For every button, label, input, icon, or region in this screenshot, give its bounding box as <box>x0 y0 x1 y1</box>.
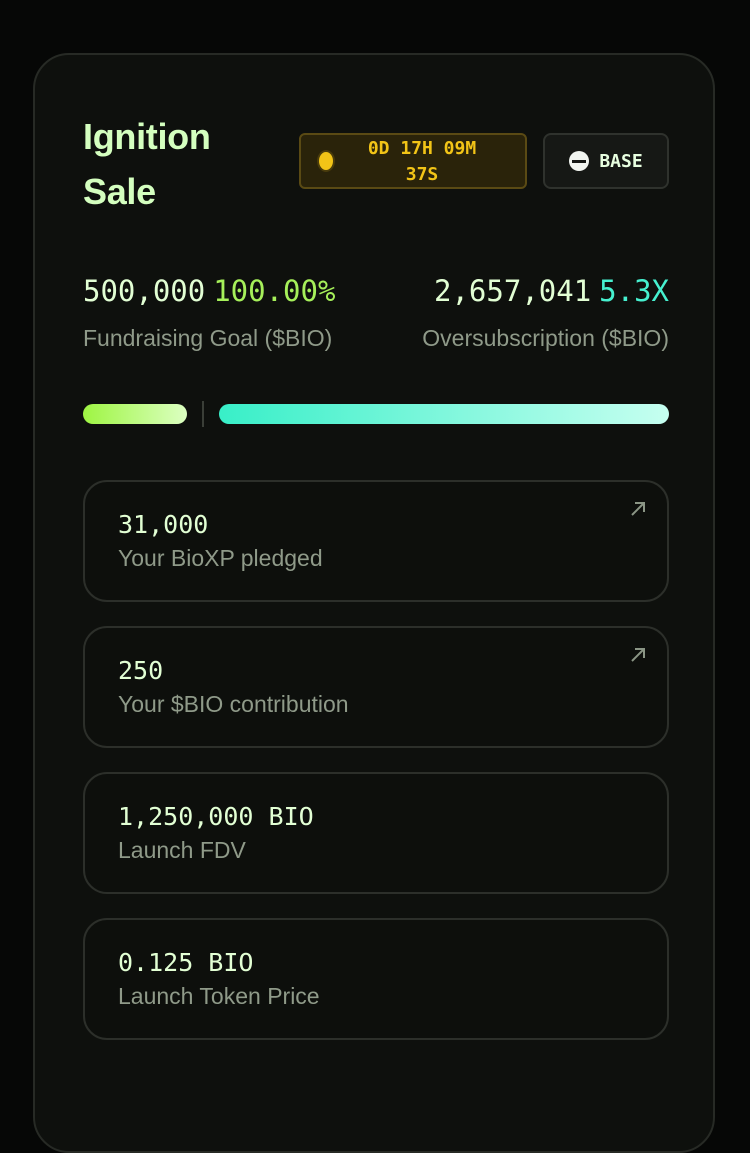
network-badge[interactable]: BASE <box>543 133 669 189</box>
launch-fdv-value: 1,250,000 BIO <box>118 802 314 831</box>
countdown-line-1: 0D 17H 09M <box>367 138 477 159</box>
countdown-line-2: 37S <box>405 164 439 185</box>
sale-stats: 500,000 100.00% Fundraising Goal ($BIO) 2… <box>83 271 669 361</box>
live-dot-icon <box>319 152 333 170</box>
bio-contribution-card[interactable]: 250 Your $BIO contribution <box>83 626 669 748</box>
external-arrow-icon[interactable] <box>629 500 647 518</box>
bioxp-pledged-value: 31,000 <box>118 510 209 539</box>
fundraising-goal-stat: 500,000 100.00% Fundraising Goal ($BIO) <box>83 271 335 353</box>
launch-token-price-card: 0.125 BIO Launch Token Price <box>83 918 669 1040</box>
oversub-multiplier: 5.3X <box>599 274 669 308</box>
launch-token-price-value: 0.125 BIO <box>118 948 254 977</box>
progress-divider <box>202 401 204 427</box>
oversub-label: Oversubscription ($BIO) <box>422 325 669 351</box>
launch-fdv-label: Launch FDV <box>118 837 246 863</box>
sale-title: Ignition Sale <box>83 116 211 212</box>
launch-token-price-label: Launch Token Price <box>118 983 320 1009</box>
progress-bars <box>83 401 669 427</box>
bio-contribution-value: 250 <box>118 656 164 685</box>
bio-contribution-label: Your $BIO contribution <box>118 691 349 717</box>
goal-progress-bar <box>83 404 187 424</box>
base-network-icon <box>569 151 590 171</box>
launch-fdv-card: 1,250,000 BIO Launch FDV <box>83 772 669 894</box>
bioxp-pledged-label: Your BioXP pledged <box>118 545 323 571</box>
goal-amount: 500,000 <box>83 274 206 308</box>
oversubscription-progress-bar <box>219 404 669 424</box>
bioxp-pledged-card[interactable]: 31,000 Your BioXP pledged <box>83 480 669 602</box>
ignition-sale-card: Ignition Sale 0D 17H 09M 37S BASE 500,00… <box>33 53 715 1153</box>
oversub-amount: 2,657,041 <box>434 274 592 308</box>
goal-label: Fundraising Goal ($BIO) <box>83 325 333 351</box>
network-label: BASE <box>599 150 643 172</box>
external-arrow-icon[interactable] <box>629 646 647 664</box>
oversubscription-stat: 2,657,041 5.3X Oversubscription ($BIO) <box>422 271 669 353</box>
goal-percent: 100.00% <box>213 274 336 308</box>
countdown-timer: 0D 17H 09M 37S <box>299 133 527 189</box>
